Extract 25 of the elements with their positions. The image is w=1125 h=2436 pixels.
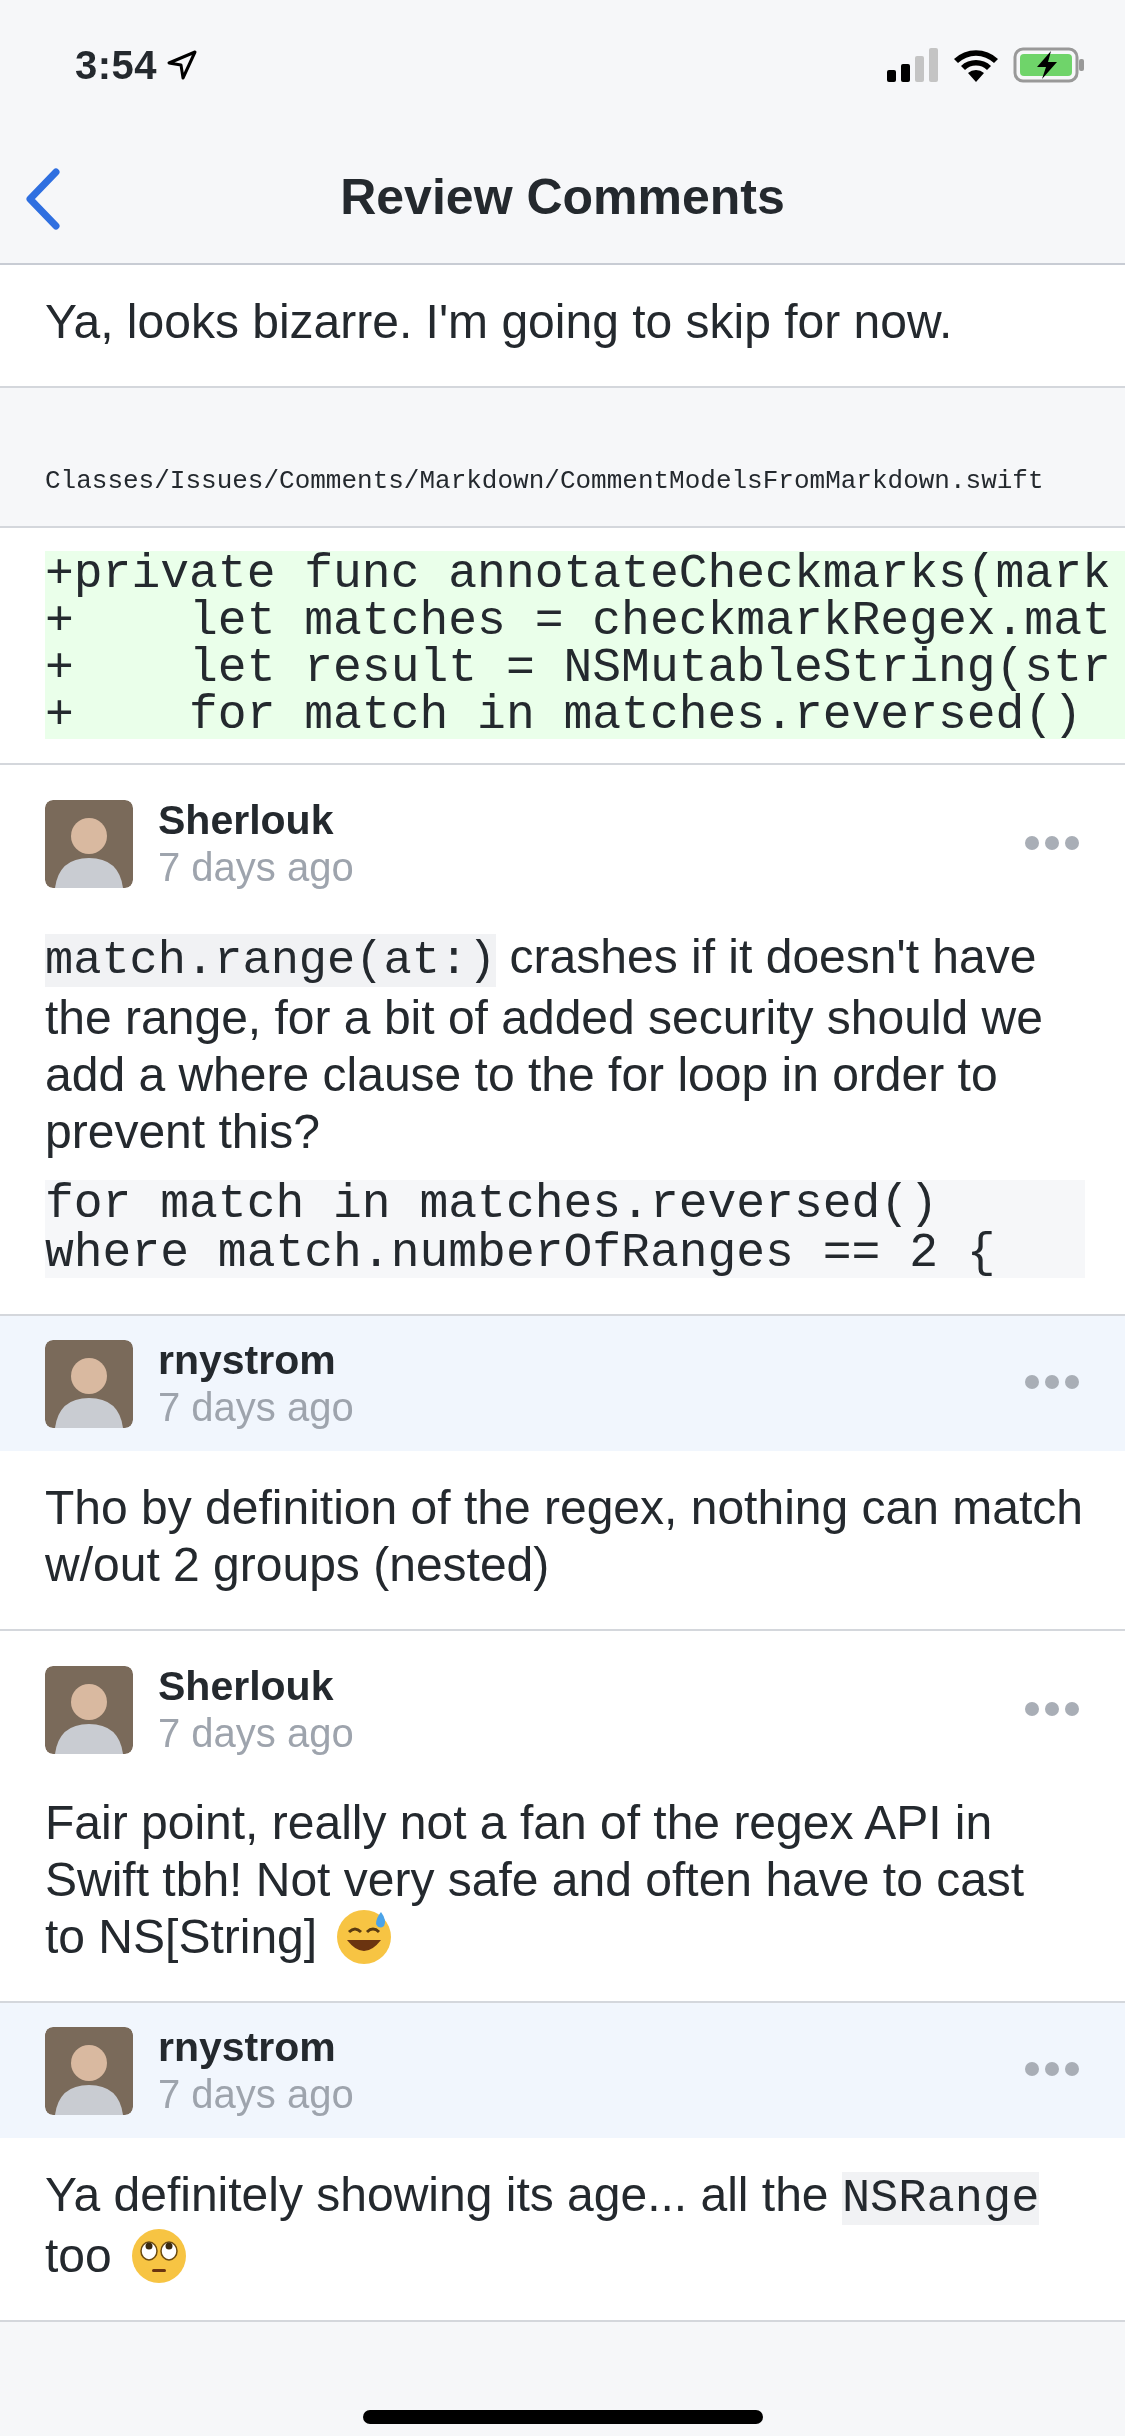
author-name: rnystrom xyxy=(158,1336,337,1383)
battery-charging-icon xyxy=(1013,47,1085,83)
diff-block: +private func annotateCheckmarks(mark + let matches = checkmarkRegex.mat + let result = NSMutableString(str + for match in matches.reversed() xyxy=(45,551,1125,739)
code-block: for match in matches.reversed() where match.numberOfRanges == 2 { xyxy=(45,1180,1085,1278)
comment-text: Tho by definition of the regex, nothing can match w/out 2 groups (nested) xyxy=(45,1480,1084,1593)
status-time: 3:54 xyxy=(75,42,158,88)
nav-title: Review Comments xyxy=(340,167,785,226)
grinning-sweat-icon xyxy=(335,1907,394,1966)
location-arrow-icon xyxy=(167,50,198,80)
eye-roll-icon xyxy=(129,2226,188,2285)
comment-text: Ya, looks bizarre. I'm going to skip for now. xyxy=(45,294,954,350)
timestamp: 7 days ago xyxy=(158,1710,354,1757)
comment-text: Ya definitely showing its age... all the NSRange xyxy=(45,2167,1041,2227)
comment-text: too xyxy=(45,2228,112,2284)
comment-text: to NS[String] xyxy=(45,1909,318,1965)
timestamp: 7 days ago xyxy=(158,2070,354,2118)
author-name: rnystrom xyxy=(158,2023,337,2070)
author-name: Sherlouk xyxy=(158,1663,335,1709)
timestamp: 7 days ago xyxy=(158,844,354,891)
file-path: Classes/Issues/Comments/Markdown/CommentModelsFromMarkdown.swift xyxy=(45,466,1044,496)
author-name: Sherlouk xyxy=(158,797,335,843)
wifi-icon xyxy=(953,48,999,82)
signal-icon xyxy=(887,48,939,82)
timestamp: 7 days ago xyxy=(158,1383,354,1431)
comment-text: match.range(at:) crashes if it doesn't have the range, for a bit of added security should we add a where clause to the for loop in order to prevent this? xyxy=(45,929,1044,1160)
